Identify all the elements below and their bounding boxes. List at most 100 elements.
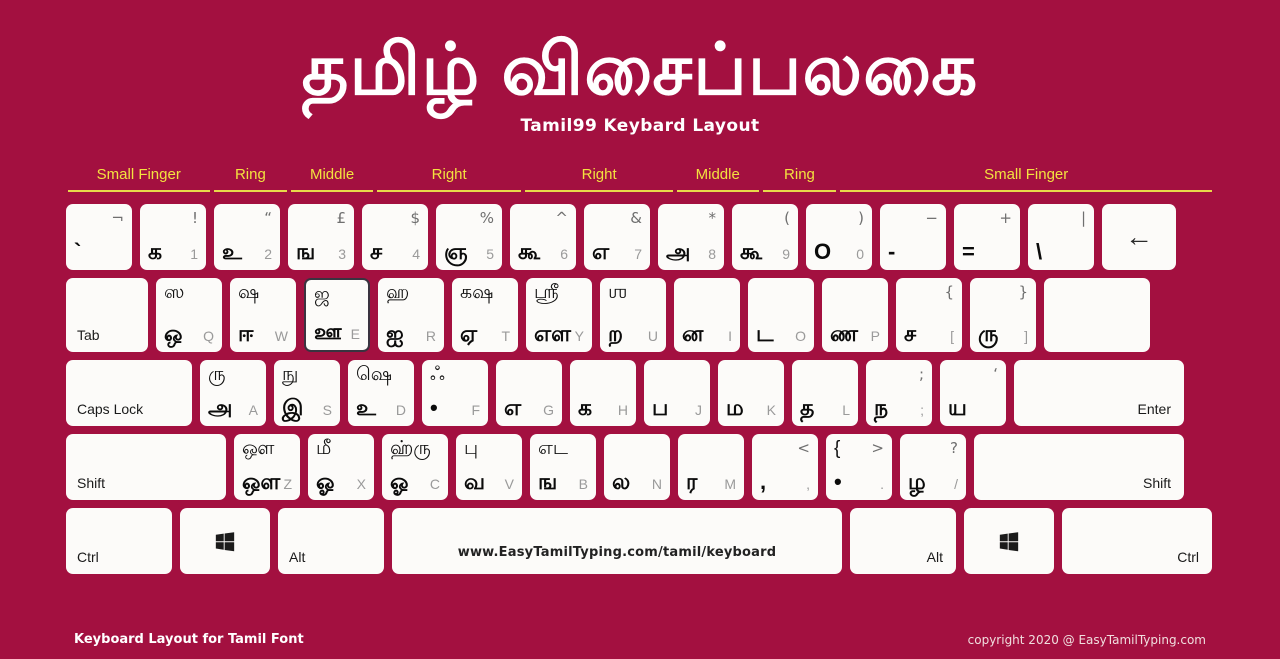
- key-shift-symbol: −: [925, 209, 938, 227]
- key-y[interactable]: ஸ்ரீ எள Y: [526, 278, 592, 352]
- key-shift-symbol: $: [410, 209, 420, 227]
- finger-guide-label: Small Finger: [96, 166, 181, 183]
- key-shift-layer-glyph: ஶ: [608, 282, 628, 303]
- key-shift-layer-glyph: பு: [464, 438, 479, 459]
- key-tab[interactable]: Tab: [66, 278, 148, 352]
- page-subtitle: Tamil99 Keybard Layout: [520, 116, 760, 136]
- key-2[interactable]: “ உ 2: [214, 204, 280, 270]
- key-w[interactable]: ஷஈ W: [230, 278, 296, 352]
- keyboard[interactable]: ¬ `! க 1 “உ 2 £ ங 3 $ ச 4 % ஞ 5 ^ கூ 6 & எ 7 * அ 8(கூ 9) O 0− - + = | \…: [66, 204, 1214, 582]
- footer-left-text: Keyboard Layout for Tamil Font: [74, 632, 304, 647]
- key-win-right[interactable]: [964, 508, 1054, 574]
- key-shift-symbol: ¬: [111, 209, 124, 227]
- key-alt-right[interactable]: Alt: [850, 508, 956, 574]
- key-o[interactable]: டO: [748, 278, 814, 352]
- key-shift-symbol: |: [1080, 209, 1086, 227]
- key-g[interactable]: எG: [496, 360, 562, 426]
- key-shift-layer-glyph: ஹ்ரு: [390, 438, 431, 459]
- key-bracketright[interactable]: } ரு]: [970, 278, 1036, 352]
- key-latin-legend: ,: [806, 476, 810, 492]
- key-backspace[interactable]: ←: [1102, 204, 1176, 270]
- key-period[interactable]: {> •.: [826, 434, 892, 500]
- key-main-glyph: ர: [686, 469, 698, 494]
- key-latin-legend: C: [429, 476, 440, 492]
- key-main-glyph: ச: [370, 239, 383, 264]
- key-shift-layer-glyph: மீ: [316, 438, 332, 459]
- key-enter-upper[interactable]: [1044, 278, 1150, 352]
- key-main-glyph: த: [800, 395, 815, 420]
- key-comma[interactable]: <,,: [752, 434, 818, 500]
- key-f[interactable]: ஃ • F: [422, 360, 488, 426]
- key-5[interactable]: % ஞ 5: [436, 204, 502, 270]
- key-label: Caps Lock: [77, 401, 144, 417]
- key-bracketleft[interactable]: {ச [: [896, 278, 962, 352]
- key-capslock[interactable]: Caps Lock: [66, 360, 192, 426]
- key-shift-right[interactable]: Shift: [974, 434, 1184, 500]
- key-m[interactable]: ரM: [678, 434, 744, 500]
- key-alt-left[interactable]: Alt: [278, 508, 384, 574]
- key-main-glyph: ஊ: [314, 319, 342, 344]
- key-d[interactable]: ஷெ உ D: [348, 360, 414, 426]
- key-shift-left[interactable]: Shift: [66, 434, 226, 500]
- key-ctrl-right[interactable]: Ctrl: [1062, 508, 1212, 574]
- key-s[interactable]: நு இ S: [274, 360, 340, 426]
- key-minus[interactable]: − -: [880, 204, 946, 270]
- key-shift-symbol: <: [797, 439, 810, 457]
- key-z[interactable]: ஔ ஒள Z: [234, 434, 300, 500]
- key-latin-legend: V: [504, 476, 514, 492]
- key-i[interactable]: னI: [674, 278, 740, 352]
- key-x[interactable]: மீ ஓ X: [308, 434, 374, 500]
- key-9[interactable]: (கூ 9: [732, 204, 798, 270]
- key-win-left[interactable]: [180, 508, 270, 574]
- key-4[interactable]: $ ச 4: [362, 204, 428, 270]
- key-q[interactable]: ஸஒ Q: [156, 278, 222, 352]
- key-e[interactable]: ஜஊE: [304, 278, 370, 352]
- key-main-glyph: ஒ: [164, 321, 183, 346]
- key-a[interactable]: ரு அ A: [200, 360, 266, 426]
- key-l[interactable]: தL: [792, 360, 858, 426]
- key-quote[interactable]: ‘ய: [940, 360, 1006, 426]
- key-backslash[interactable]: | \: [1028, 204, 1094, 270]
- key-j[interactable]: பJ: [644, 360, 710, 426]
- key-0[interactable]: ) O 0: [806, 204, 872, 270]
- key-shift-symbol: ‘: [993, 365, 998, 383]
- key-1[interactable]: ! க 1: [140, 204, 206, 270]
- key-ctrl-left[interactable]: Ctrl: [66, 508, 172, 574]
- key-main-glyph: ய: [948, 395, 967, 420]
- key-shift-symbol: ^: [555, 209, 568, 227]
- key-latin-legend: T: [501, 328, 510, 344]
- key-6[interactable]: ^ கூ 6: [510, 204, 576, 270]
- key-7[interactable]: & எ 7: [584, 204, 650, 270]
- key-3[interactable]: £ ங 3: [288, 204, 354, 270]
- key-t[interactable]: கஷ ஏ T: [452, 278, 518, 352]
- key-c[interactable]: ஹ்ரு ஓ C: [382, 434, 448, 500]
- key-slash[interactable]: ? ழ /: [900, 434, 966, 500]
- key-h[interactable]: கH: [570, 360, 636, 426]
- key-latin-legend: X: [356, 476, 366, 492]
- keyboard-row-number-row: ¬ `! க 1 “உ 2 £ ங 3 $ ச 4 % ஞ 5 ^ கூ 6 & எ 7 * அ 8(கூ 9) O 0− - + = | \…: [66, 204, 1214, 270]
- key-r[interactable]: ஹஐ R: [378, 278, 444, 352]
- key-k[interactable]: மK: [718, 360, 784, 426]
- key-main-glyph: ம: [726, 395, 744, 420]
- footer-copyright: copyright 2020 @ EasyTamilTyping.com: [967, 633, 1206, 647]
- key-b[interactable]: எட ங B: [530, 434, 596, 500]
- key-semicolon[interactable]: ; ந;: [866, 360, 932, 426]
- key-main-glyph: ட: [756, 321, 774, 346]
- key-v[interactable]: பு வ V: [456, 434, 522, 500]
- key-n[interactable]: லN: [604, 434, 670, 500]
- key-main-glyph: ரு: [978, 321, 999, 346]
- key-backquote[interactable]: ¬ `: [66, 204, 132, 270]
- finger-guide-label: Middle: [309, 166, 355, 183]
- key-main-glyph: ங: [296, 239, 316, 264]
- key-latin-legend: 4: [412, 246, 420, 262]
- key-enter[interactable]: Enter: [1014, 360, 1184, 426]
- key-equal[interactable]: + =: [954, 204, 1020, 270]
- keyboard-row-bottom-row: Ctrl Alt www.EasyTamilTyping.com/tamil/key…: [66, 508, 1214, 574]
- key-8[interactable]: * அ 8: [658, 204, 724, 270]
- key-main-glyph: உ: [356, 395, 376, 420]
- key-u[interactable]: ஶற U: [600, 278, 666, 352]
- key-space[interactable]: www.EasyTamilTyping.com/tamil/keyboard: [392, 508, 842, 574]
- key-latin-legend: P: [870, 328, 880, 344]
- key-p[interactable]: ணP: [822, 278, 888, 352]
- key-main-glyph: •: [430, 395, 438, 420]
